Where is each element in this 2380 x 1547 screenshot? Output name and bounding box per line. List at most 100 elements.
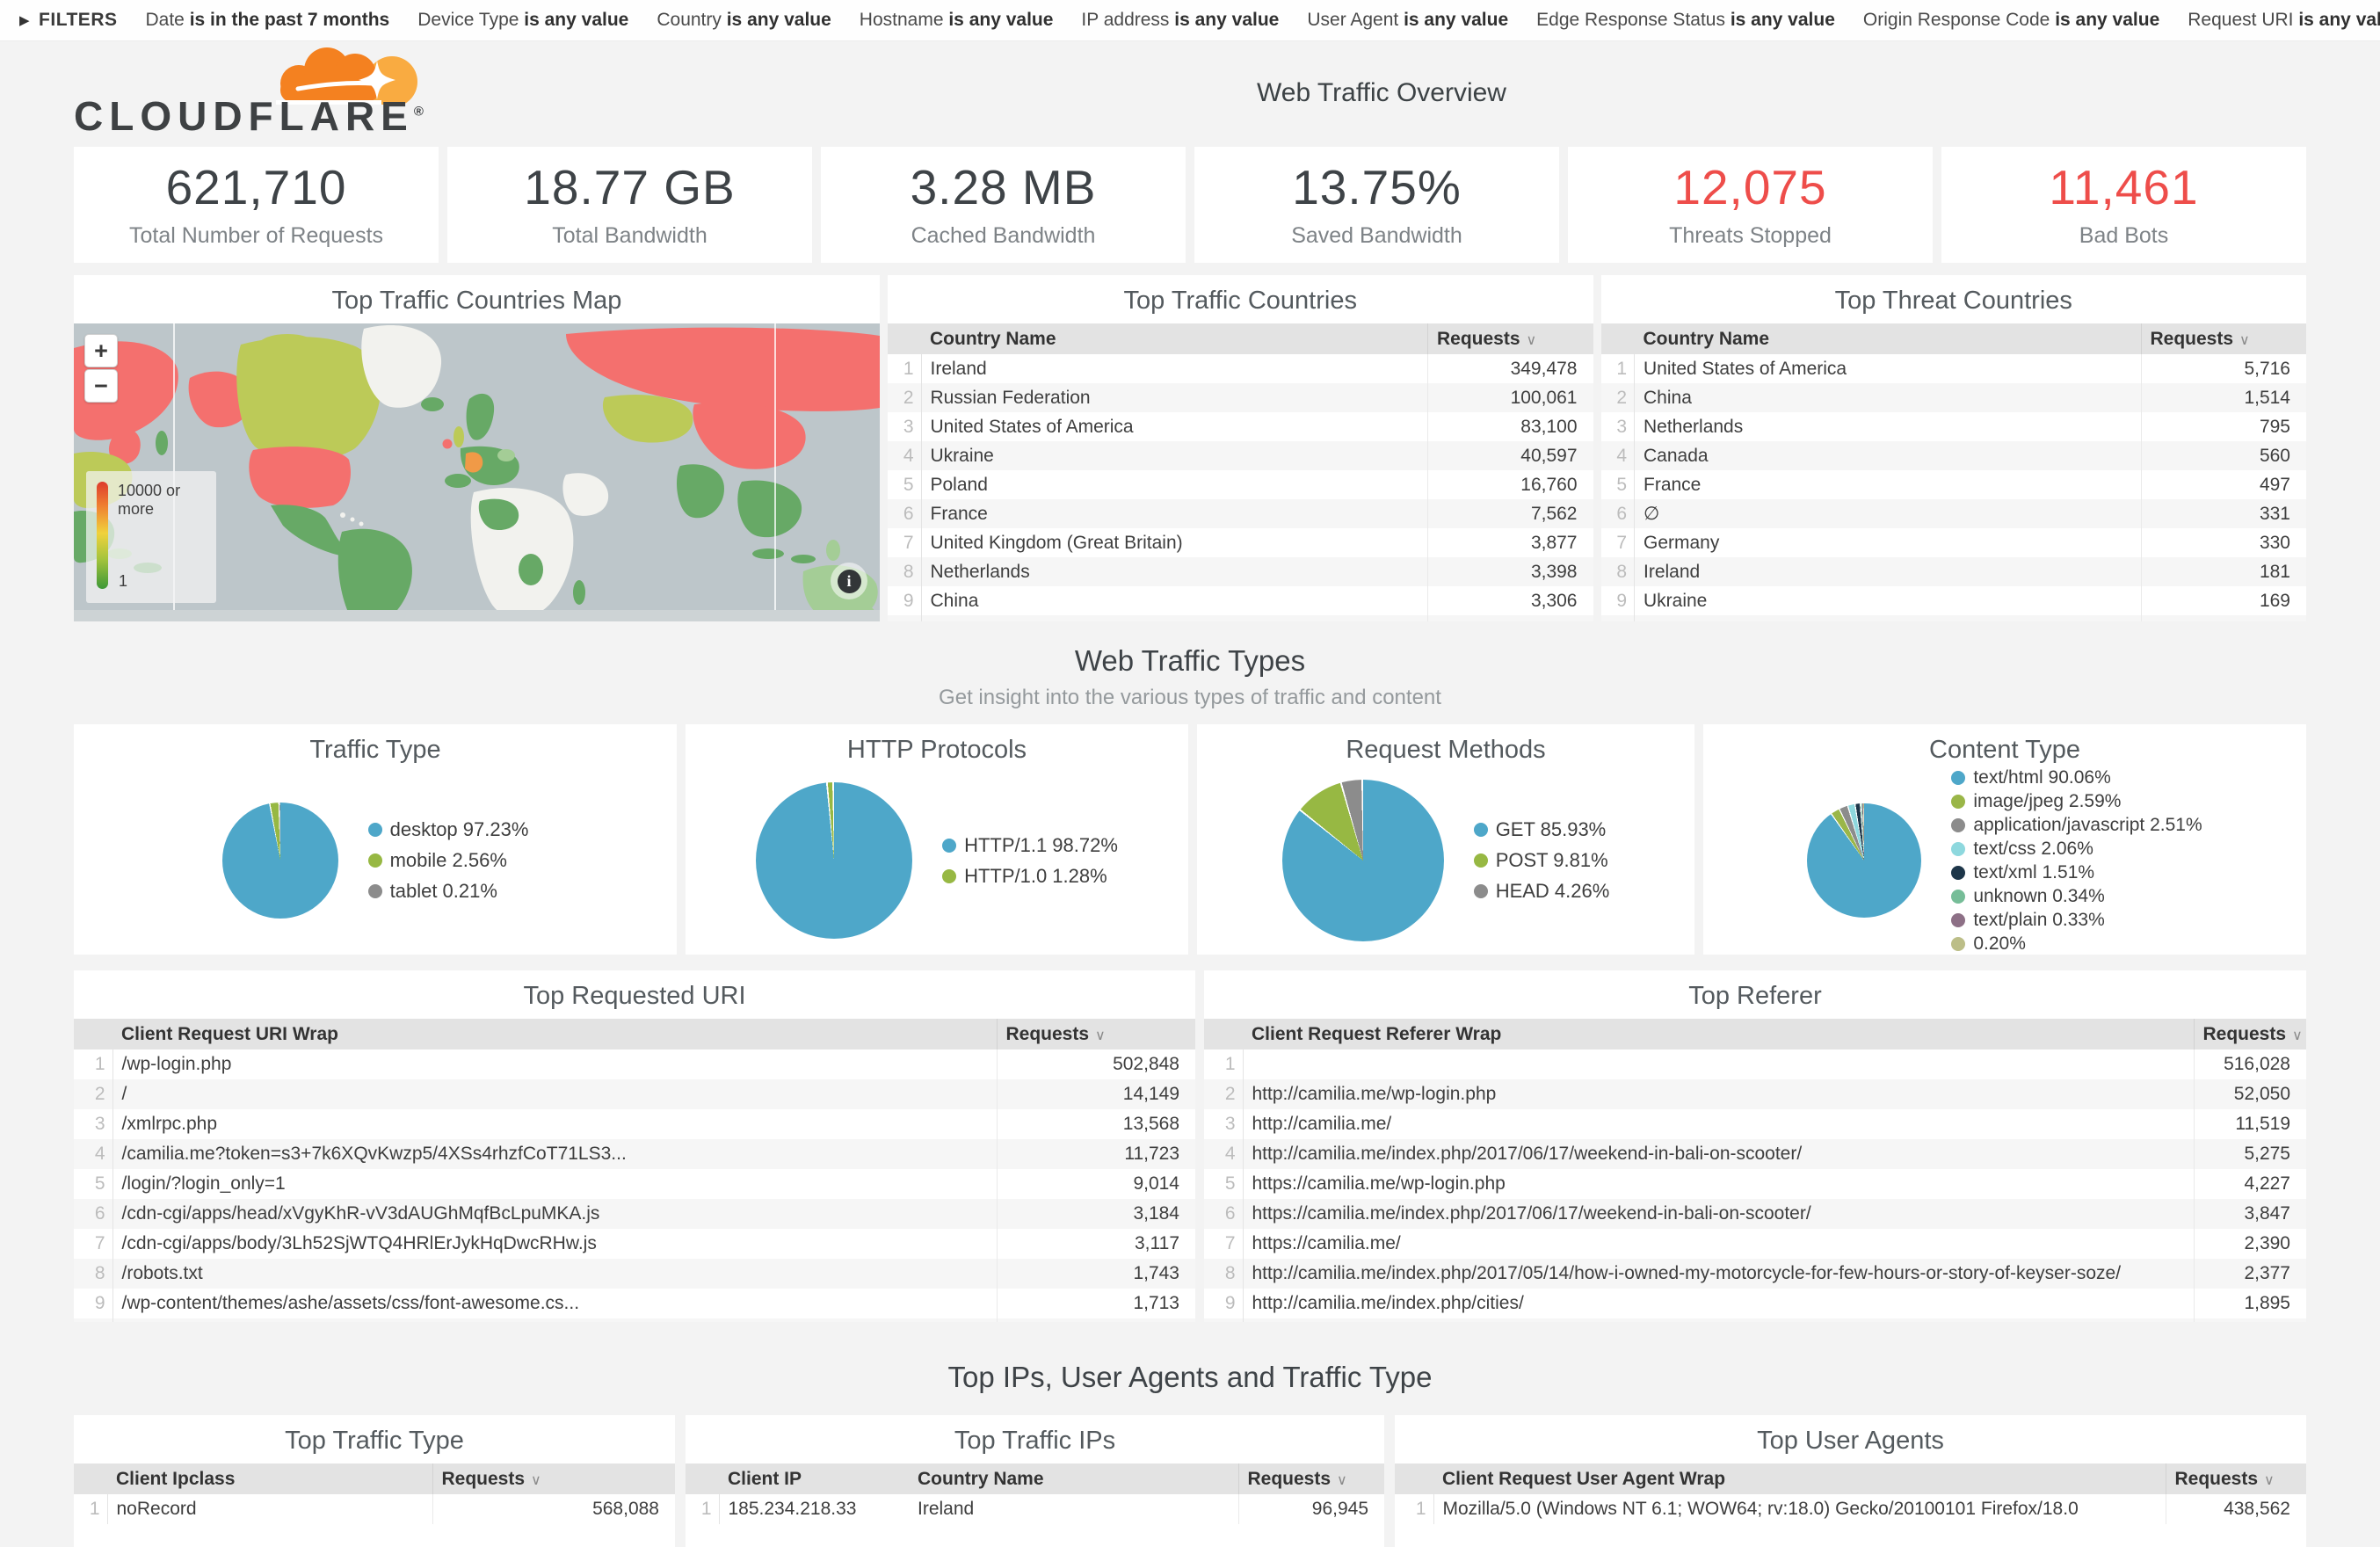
table-row[interactable]: 5https://camilia.me/wp-login.php4,227 bbox=[1204, 1169, 2306, 1199]
table-row[interactable]: 6/cdn-cgi/apps/head/xVgyKhR-vV3dAUGhMqfB… bbox=[74, 1199, 1195, 1229]
table-cell: United States of America bbox=[921, 412, 1428, 441]
table-row[interactable]: 5Poland16,760 bbox=[888, 470, 1593, 499]
table-row[interactable]: 9http://camilia.me/index.php/cities/1,89… bbox=[1204, 1289, 2306, 1318]
table-row[interactable]: 8Netherlands3,398 bbox=[888, 557, 1593, 586]
legend-item[interactable]: text/plain 0.33% bbox=[1951, 910, 2202, 931]
table-row[interactable]: 6https://camilia.me/index.php/2017/06/17… bbox=[1204, 1199, 2306, 1229]
table-row[interactable]: 1noRecord568,088 bbox=[74, 1494, 675, 1524]
filter-item[interactable]: Request URI is any value bbox=[2188, 10, 2380, 31]
content-type-pie-chart[interactable] bbox=[1807, 803, 1921, 918]
filter-item[interactable]: Device Type is any value bbox=[417, 10, 628, 31]
column-header[interactable]: Client Request User Agent Wrap bbox=[1433, 1463, 2166, 1494]
table-row[interactable]: 2China1,514 bbox=[1601, 383, 2307, 412]
table-row[interactable]: 6∅331 bbox=[1601, 499, 2307, 528]
filter-item[interactable]: User Agent is any value bbox=[1307, 10, 1508, 31]
legend-item[interactable]: POST 9.81% bbox=[1474, 849, 1610, 872]
table-row[interactable]: 4/camilia.me?token=s3+7k6XQvKwzp5/4XSs4r… bbox=[74, 1139, 1195, 1169]
legend-item[interactable]: application/javascript 2.51% bbox=[1951, 815, 2202, 836]
world-map[interactable]: + − 10000 or more 1 i bbox=[74, 323, 880, 621]
table-row[interactable]: 1/wp-login.php502,848 bbox=[74, 1049, 1195, 1079]
filter-item[interactable]: Hostname is any value bbox=[860, 10, 1054, 31]
column-header[interactable]: Client Request URI Wrap bbox=[112, 1019, 997, 1049]
map-zoom-in-button[interactable]: + bbox=[84, 334, 118, 367]
table-row[interactable]: 3http://camilia.me/11,519 bbox=[1204, 1109, 2306, 1139]
sort-chevron-icon: ∨ bbox=[2264, 1473, 2275, 1488]
column-header[interactable]: Requests∨ bbox=[1428, 323, 1593, 354]
table-row[interactable]: 4http://camilia.me/index.php/2017/06/17/… bbox=[1204, 1139, 2306, 1169]
legend-item[interactable]: desktop 97.23% bbox=[368, 818, 529, 841]
http-protocols-pie-chart[interactable] bbox=[756, 782, 912, 939]
column-header[interactable]: Requests∨ bbox=[432, 1463, 675, 1494]
column-header[interactable]: Country Name bbox=[909, 1463, 1238, 1494]
table-row[interactable]: 4Ukraine40,597 bbox=[888, 441, 1593, 470]
table-row[interactable]: 5France497 bbox=[1601, 470, 2307, 499]
table-row[interactable]: 2/14,149 bbox=[74, 1079, 1195, 1109]
column-header[interactable]: Requests∨ bbox=[2194, 1019, 2306, 1049]
column-header[interactable]: Country Name bbox=[921, 323, 1428, 354]
legend-item[interactable]: text/xml 1.51% bbox=[1951, 862, 2202, 883]
table-row[interactable]: 7/cdn-cgi/apps/body/3Lh52SjWTQ4HRlErJykH… bbox=[74, 1229, 1195, 1259]
table-row[interactable]: 1United States of America5,716 bbox=[1601, 354, 2307, 383]
legend-item[interactable]: tablet 0.21% bbox=[368, 880, 529, 903]
legend-item[interactable]: HEAD 4.26% bbox=[1474, 880, 1610, 903]
table-cell: / bbox=[112, 1079, 997, 1109]
table-row[interactable]: 3United States of America83,100 bbox=[888, 412, 1593, 441]
column-header[interactable]: Requests∨ bbox=[1238, 1463, 1384, 1494]
table-row[interactable]: 7Germany330 bbox=[1601, 528, 2307, 557]
column-header[interactable]: Client IP bbox=[719, 1463, 909, 1494]
table-row[interactable]: 9Ukraine169 bbox=[1601, 586, 2307, 615]
table-row[interactable]: 8Ireland181 bbox=[1601, 557, 2307, 586]
filter-item[interactable]: IP address is any value bbox=[1081, 10, 1279, 31]
filters-toggle[interactable]: ▶ FILTERS bbox=[19, 10, 118, 31]
table-row[interactable]: 3Netherlands795 bbox=[1601, 412, 2307, 441]
table-row[interactable]: 2http://camilia.me/wp-login.php52,050 bbox=[1204, 1079, 2306, 1109]
table-row[interactable]: 1Ireland349,478 bbox=[888, 354, 1593, 383]
table-row[interactable]: 2Russian Federation100,061 bbox=[888, 383, 1593, 412]
legend-item[interactable]: 0.20% bbox=[1951, 933, 2202, 955]
map-zoom-out-button[interactable]: − bbox=[84, 369, 118, 403]
table-row[interactable]: 7United Kingdom (Great Britain)3,877 bbox=[888, 528, 1593, 557]
table-row[interactable]: 1Mozilla/5.0 (Windows NT 6.1; WOW64; rv:… bbox=[1395, 1494, 2306, 1524]
table-cell: 1,514 bbox=[2141, 383, 2306, 412]
legend-item[interactable]: HTTP/1.0 1.28% bbox=[942, 865, 1118, 888]
filter-item[interactable]: Edge Response Status is any value bbox=[1536, 10, 1835, 31]
table-row[interactable]: 9/wp-content/themes/ashe/assets/css/font… bbox=[74, 1289, 1195, 1318]
filter-item[interactable]: Date is in the past 7 months bbox=[146, 10, 390, 31]
table-row[interactable]: 6France7,562 bbox=[888, 499, 1593, 528]
column-header[interactable]: Client Ipclass bbox=[107, 1463, 432, 1494]
table-row[interactable]: 10/wp-content/themes/ashe/style.css?ver=… bbox=[74, 1318, 1195, 1322]
legend-item[interactable]: HTTP/1.1 98.72% bbox=[942, 834, 1118, 857]
column-header[interactable]: Requests∨ bbox=[2141, 323, 2306, 354]
legend-label: text/html 90.06% bbox=[1973, 767, 2110, 788]
table-cell: https://camilia.me/wp-login.php bbox=[1243, 1169, 2194, 1199]
traffic-type-pie-chart[interactable] bbox=[222, 803, 338, 919]
table-row[interactable]: 10Canada3,215 bbox=[888, 615, 1593, 621]
table-row[interactable]: 1516,028 bbox=[1204, 1049, 2306, 1079]
legend-item[interactable]: text/html 90.06% bbox=[1951, 767, 2202, 788]
legend-item[interactable]: GET 85.93% bbox=[1474, 818, 1610, 841]
table-row[interactable]: 4Canada560 bbox=[1601, 441, 2307, 470]
column-header[interactable]: Country Name bbox=[1635, 323, 2142, 354]
table-row[interactable]: 3/xmlrpc.php13,568 bbox=[74, 1109, 1195, 1139]
table-row[interactable]: 1185.234.218.33Ireland96,945 bbox=[686, 1494, 1384, 1524]
table-row[interactable]: 8/robots.txt1,743 bbox=[74, 1259, 1195, 1289]
column-header[interactable]: Requests∨ bbox=[2166, 1463, 2306, 1494]
filter-item[interactable]: Origin Response Code is any value bbox=[1863, 10, 2159, 31]
request-methods-pie-chart[interactable] bbox=[1282, 780, 1444, 941]
legend-item[interactable]: image/jpeg 2.59% bbox=[1951, 791, 2202, 812]
column-header[interactable]: Client Request Referer Wrap bbox=[1243, 1019, 2194, 1049]
legend-item[interactable]: unknown 0.34% bbox=[1951, 886, 2202, 907]
legend-dot-icon bbox=[1951, 771, 1965, 785]
filter-item[interactable]: Country is any value bbox=[657, 10, 831, 31]
column-header[interactable]: Requests∨ bbox=[997, 1019, 1195, 1049]
legend-item[interactable]: mobile 2.56% bbox=[368, 849, 529, 872]
table-row[interactable]: 10Singapore159 bbox=[1601, 615, 2307, 621]
row-index: 1 bbox=[74, 1494, 107, 1524]
table-row[interactable]: 10http://camilia.me/index.php/about/1,47… bbox=[1204, 1318, 2306, 1322]
table-row[interactable]: 8http://camilia.me/index.php/2017/05/14/… bbox=[1204, 1259, 2306, 1289]
table-row[interactable]: 9China3,306 bbox=[888, 586, 1593, 615]
map-info-button[interactable]: i bbox=[831, 563, 867, 599]
legend-item[interactable]: text/css 2.06% bbox=[1951, 839, 2202, 860]
table-row[interactable]: 7https://camilia.me/2,390 bbox=[1204, 1229, 2306, 1259]
table-row[interactable]: 5/login/?login_only=19,014 bbox=[74, 1169, 1195, 1199]
